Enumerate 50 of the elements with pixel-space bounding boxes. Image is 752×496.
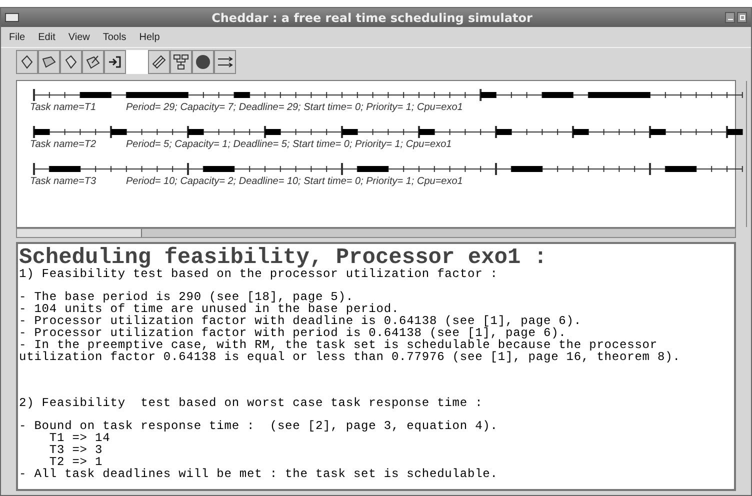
toolbar-button[interactable] <box>60 50 82 74</box>
toolbar-button[interactable] <box>104 50 126 74</box>
task-name: Task name=T2 <box>30 139 98 151</box>
menu-item[interactable]: Tools <box>102 30 126 44</box>
report-line: - Processor utilization factor with deadline is 0.64138 (see [1], page 6). <box>19 315 582 327</box>
arrows-icon <box>217 54 233 70</box>
report-line: utilization factor 0.64138 is equal or less than 0.77976 (see [1], page 16, theorem 8). <box>19 351 682 363</box>
task-details: Period= 5; Capacity= 1; Deadline= 5; Start time= 0; Priority= 1; Cpu=exo1 <box>126 139 452 151</box>
toolbar-button[interactable] <box>170 50 192 74</box>
minimize-icon[interactable] <box>725 12 735 23</box>
network-icon <box>173 54 189 70</box>
report-line: - The base period is 290 (see [18], page 5). <box>19 291 354 303</box>
menu-item[interactable]: Edit <box>38 30 56 44</box>
folder-icon <box>42 55 56 69</box>
pencil-icon <box>86 55 100 69</box>
menu-item[interactable]: Help <box>139 30 160 44</box>
report-line: 1) Feasibility test based on the processor utilization factor : <box>19 268 499 280</box>
report-line: T1 => 14 <box>48 432 112 444</box>
report-line: T2 => 1 <box>49 456 104 468</box>
task-name: Task name=T1 <box>30 102 98 114</box>
pencil-icon <box>151 54 167 70</box>
task-details: Period= 10; Capacity= 2; Deadline= 10; Start time= 0; Priority= 1; Cpu=exo1 <box>126 176 463 188</box>
vertical-scrollbar[interactable] <box>746 81 747 227</box>
menu-item[interactable]: File <box>9 30 26 44</box>
toolbar-button[interactable] <box>214 50 236 74</box>
task-details: Period= 29; Capacity= 7; Deadline= 29; Start time= 0; Priority= 1; Cpu=exo1 <box>126 102 463 114</box>
report-line: - 104 units of time are unused in the base period. <box>19 303 400 315</box>
horizontal-scrollbar[interactable] <box>16 228 736 238</box>
window-menu-icon[interactable] <box>5 13 19 22</box>
report-line: - All task deadlines will be met : the task set is schedulable. <box>19 468 499 480</box>
scrollbar-thumb[interactable] <box>17 229 142 237</box>
toolbar-button[interactable] <box>38 50 60 74</box>
disc-icon <box>195 54 211 70</box>
toolbar-button[interactable] <box>82 50 104 74</box>
toolbar-button[interactable] <box>148 50 170 74</box>
maximize-icon[interactable] <box>737 12 747 23</box>
report-title: Scheduling feasibility, Processor exo1 : <box>19 248 548 268</box>
report-line: - In the preemptive case, with RM, the task set is schedulable because the processor <box>19 339 658 351</box>
menu-item[interactable]: View <box>68 30 90 44</box>
exit-icon <box>108 55 122 69</box>
report-line: T3 => 3 <box>48 444 104 456</box>
toolbar-field[interactable] <box>126 50 148 74</box>
task-name: Task name=T3 <box>30 176 98 188</box>
page-icon <box>20 55 34 69</box>
toolbar-button[interactable] <box>192 50 214 74</box>
toolbar-button[interactable] <box>16 50 38 74</box>
window-title: Cheddar : a free real time scheduling simulator <box>210 10 534 26</box>
report-line: 2) Feasibility test based on worst case task response time : <box>19 397 484 409</box>
report-line: - Processor utilization factor with period is 0.64138 (see [1], page 6). <box>19 327 566 339</box>
report-line: - Bound on task response time : (see [2], page 3, equation 4). <box>19 420 499 432</box>
